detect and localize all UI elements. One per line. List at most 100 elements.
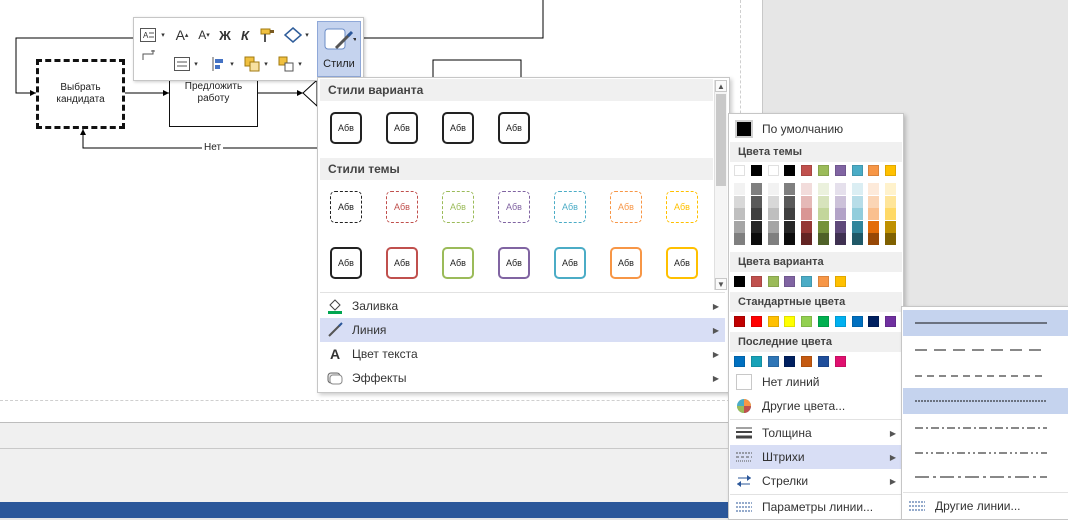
theme-shade-swatch-1-7[interactable]	[834, 183, 846, 195]
theme-shade-swatch-5-5[interactable]	[801, 233, 813, 245]
theme-shade-swatch-4-8[interactable]	[851, 220, 863, 233]
dash-option-long-dash[interactable]	[903, 337, 1068, 363]
recent-color-swatch-7[interactable]	[834, 356, 846, 367]
theme-shade-swatch-4-10[interactable]	[885, 220, 897, 233]
theme-shade-swatch-5-6[interactable]	[818, 233, 829, 245]
theme-color-swatch-2[interactable]	[750, 165, 762, 176]
theme-shade-swatch-2-10[interactable]	[885, 195, 897, 208]
standard-color-swatch-1[interactable]	[734, 316, 745, 327]
font-size-increase-button[interactable]: A ▴	[172, 25, 192, 45]
theme-shade-swatch-3-6[interactable]	[818, 208, 829, 220]
theme-shade-swatch-5-8[interactable]	[851, 233, 863, 245]
theme-shade-swatch-2-2[interactable]	[750, 195, 762, 208]
dash-option-long-dash-dot[interactable]	[903, 464, 1068, 490]
theme-shade-swatch-5-4[interactable]	[784, 233, 796, 245]
standard-color-swatch-5[interactable]	[801, 316, 813, 327]
theme-shade-swatch-2-3[interactable]	[767, 195, 779, 208]
scroll-down-arrow[interactable]: ▼	[715, 278, 727, 290]
variant-style-swatch-2[interactable]: Абв	[386, 112, 418, 144]
dashes-item[interactable]: Штрихи ▶	[730, 445, 902, 469]
standard-color-swatch-4[interactable]	[784, 316, 796, 327]
no-lines-item[interactable]: Нет линий	[730, 370, 902, 394]
theme-shade-swatch-1-1[interactable]	[734, 183, 745, 195]
theme-style-swatch-row2-3[interactable]: Абв	[442, 247, 474, 279]
theme-shade-swatch-4-1[interactable]	[734, 220, 745, 233]
theme-shade-swatch-4-4[interactable]	[784, 220, 796, 233]
variant-color-swatch-4[interactable]	[784, 276, 796, 287]
color-default-item[interactable]: По умолчанию	[730, 117, 902, 141]
shape-tool-dropdown[interactable]: ▾	[303, 25, 311, 45]
theme-shade-swatch-1-4[interactable]	[784, 183, 796, 195]
theme-style-swatch-row1-3[interactable]: Абв	[442, 191, 474, 223]
variant-color-swatch-3[interactable]	[767, 276, 779, 287]
theme-color-swatch-8[interactable]	[851, 165, 863, 176]
theme-shade-swatch-4-5[interactable]	[801, 220, 813, 233]
theme-shade-swatch-2-1[interactable]	[734, 195, 745, 208]
scroll-up-arrow[interactable]: ▲	[715, 80, 727, 92]
theme-shade-swatch-5-10[interactable]	[885, 233, 897, 245]
bring-to-front-dropdown[interactable]: ▾	[262, 54, 270, 74]
theme-shade-swatch-2-8[interactable]	[851, 195, 863, 208]
connector-tool-button[interactable]	[138, 49, 158, 61]
theme-shade-swatch-3-1[interactable]	[734, 208, 745, 220]
menu-item-line[interactable]: Линия ▶	[320, 318, 725, 342]
theme-style-swatch-row1-6[interactable]: Абв	[610, 191, 642, 223]
theme-color-swatch-6[interactable]	[818, 165, 829, 176]
bring-to-front-button[interactable]	[242, 54, 262, 74]
theme-style-swatch-row1-1[interactable]: Абв	[330, 191, 362, 223]
theme-shade-swatch-5-7[interactable]	[834, 233, 846, 245]
group-dropdown[interactable]: ▾	[296, 54, 304, 74]
theme-shade-swatch-5-1[interactable]	[734, 233, 745, 245]
theme-shade-swatch-3-2[interactable]	[750, 208, 762, 220]
theme-shade-swatch-5-2[interactable]	[750, 233, 762, 245]
theme-style-swatch-row1-2[interactable]: Абв	[386, 191, 418, 223]
shape-tool-button[interactable]	[282, 25, 304, 45]
recent-color-swatch-3[interactable]	[767, 356, 779, 367]
gallery-scrollbar[interactable]: ▲ ▼	[714, 80, 727, 290]
theme-color-swatch-1[interactable]	[734, 165, 745, 176]
theme-shade-swatch-5-9[interactable]	[868, 233, 880, 245]
theme-shade-swatch-2-4[interactable]	[784, 195, 796, 208]
standard-color-swatch-3[interactable]	[767, 316, 779, 327]
theme-shade-swatch-1-10[interactable]	[885, 183, 897, 195]
recent-color-swatch-4[interactable]	[784, 356, 796, 367]
bold-button[interactable]: Ж	[216, 25, 234, 45]
theme-shade-swatch-3-4[interactable]	[784, 208, 796, 220]
theme-color-swatch-5[interactable]	[801, 165, 813, 176]
menu-item-text-color[interactable]: A Цвет текста ▶	[320, 342, 725, 366]
theme-shade-swatch-2-7[interactable]	[834, 195, 846, 208]
theme-shade-swatch-2-9[interactable]	[868, 195, 880, 208]
position-dropdown[interactable]: ▾	[228, 54, 236, 74]
recent-color-swatch-1[interactable]	[734, 356, 745, 367]
theme-shade-swatch-4-9[interactable]	[868, 220, 880, 233]
text-block-dropdown[interactable]: ▾	[158, 25, 168, 45]
dash-option-solid[interactable]	[903, 310, 1068, 336]
scroll-thumb[interactable]	[716, 94, 726, 186]
theme-shade-swatch-4-7[interactable]	[834, 220, 846, 233]
theme-style-swatch-row2-7[interactable]: Абв	[666, 247, 698, 279]
standard-color-swatch-8[interactable]	[851, 316, 863, 327]
theme-color-swatch-9[interactable]	[868, 165, 880, 176]
font-size-decrease-button[interactable]: A ▾	[194, 25, 214, 45]
theme-shade-swatch-3-5[interactable]	[801, 208, 813, 220]
standard-color-swatch-10[interactable]	[885, 316, 897, 327]
align-dropdown[interactable]: ▾	[192, 54, 200, 74]
recent-color-swatch-6[interactable]	[818, 356, 829, 367]
recent-color-swatch-2[interactable]	[750, 356, 762, 367]
theme-shade-swatch-3-10[interactable]	[885, 208, 897, 220]
variant-style-swatch-3[interactable]: Абв	[442, 112, 474, 144]
theme-style-swatch-row1-5[interactable]: Абв	[554, 191, 586, 223]
shape-select-candidate[interactable]: Выбрать кандидата	[36, 59, 125, 129]
standard-color-swatch-9[interactable]	[868, 316, 880, 327]
variant-color-swatch-5[interactable]	[801, 276, 813, 287]
theme-style-swatch-row2-5[interactable]: Абв	[554, 247, 586, 279]
dash-option-dash[interactable]	[903, 363, 1068, 389]
text-block-button[interactable]: A	[138, 25, 158, 45]
italic-button[interactable]: К	[236, 25, 254, 45]
line-options-item[interactable]: Параметры линии...	[730, 495, 902, 519]
theme-shade-swatch-2-6[interactable]	[818, 195, 829, 208]
theme-style-swatch-row2-2[interactable]: Абв	[386, 247, 418, 279]
variant-color-swatch-6[interactable]	[818, 276, 829, 287]
theme-shade-swatch-1-6[interactable]	[818, 183, 829, 195]
theme-color-swatch-4[interactable]	[784, 165, 796, 176]
